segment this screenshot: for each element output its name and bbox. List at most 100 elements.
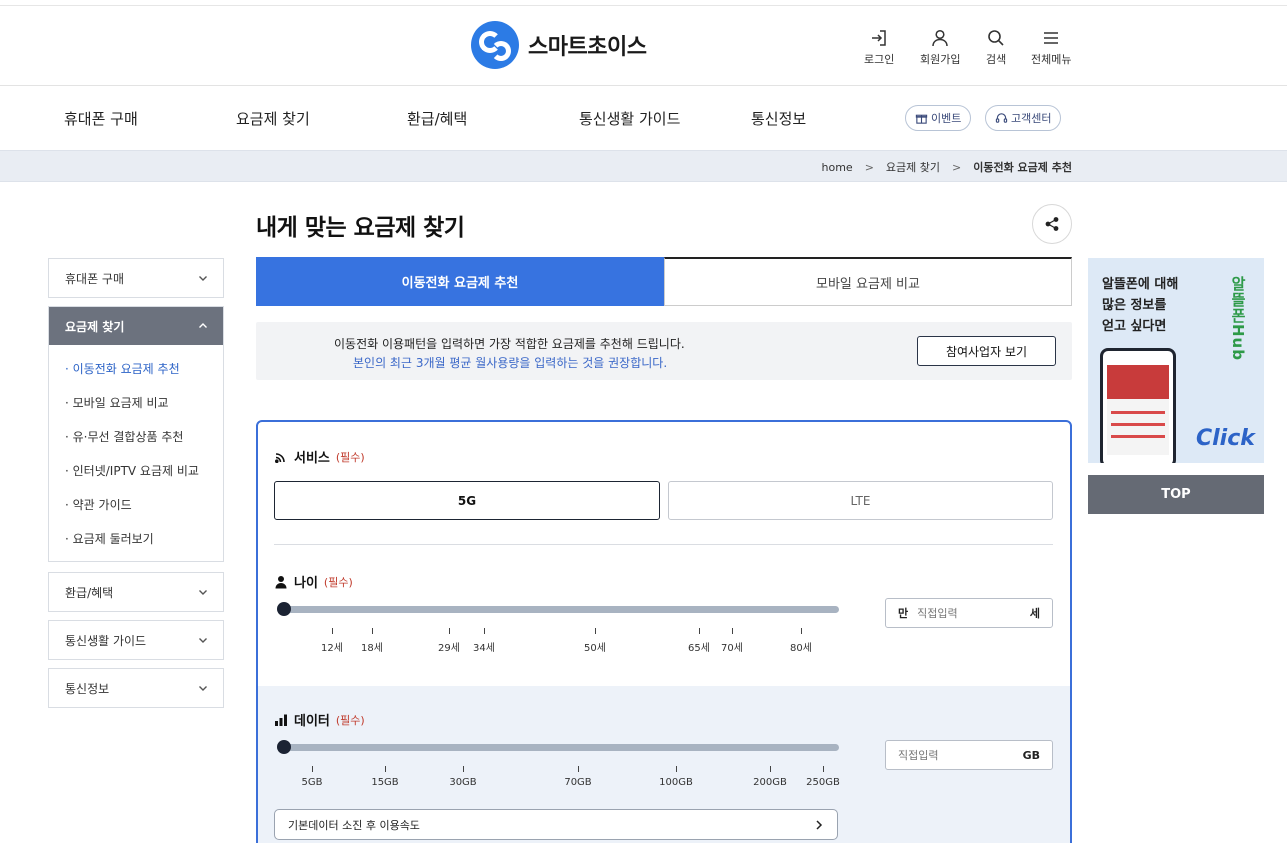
signup-label: 회원가입 bbox=[920, 53, 961, 66]
age-tick-mark bbox=[732, 628, 733, 634]
banner-click-text: Click bbox=[1196, 426, 1255, 451]
mvno-hub-banner[interactable]: 알뜰폰에 대해 많은 정보를 얻고 싶다면 알뜰폰Hub Click bbox=[1088, 258, 1264, 463]
service-label: 서비스 (필수) bbox=[274, 447, 365, 466]
plan-form: 서비스 (필수) 5G LTE 나이 (필수) 12세 18세 29세 34세 50세 6… bbox=[256, 420, 1072, 843]
view-participants-button[interactable]: 참여사업자 보기 bbox=[917, 336, 1056, 366]
data-tick-label: 250GB bbox=[806, 777, 840, 788]
top-divider bbox=[0, 5, 1287, 6]
gift-icon bbox=[915, 114, 928, 124]
logo-mark-icon bbox=[471, 21, 519, 69]
age-prefix: 만 bbox=[898, 607, 909, 620]
gnb-telecom-info[interactable]: 통신정보 bbox=[751, 108, 806, 129]
breadcrumb-current: 이동전화 요금제 추천 bbox=[973, 161, 1072, 174]
age-slider-track[interactable] bbox=[283, 606, 839, 613]
lnb-telecom-info[interactable]: 통신정보 bbox=[48, 668, 224, 708]
age-slider-thumb[interactable] bbox=[277, 602, 291, 616]
header-divider bbox=[0, 85, 1287, 86]
lnb-phone-purchase[interactable]: 휴대폰 구매 bbox=[48, 258, 224, 298]
post-limit-speed-select[interactable]: 기본데이터 소진 후 이용속도 bbox=[274, 809, 838, 840]
lnb-submenu: · 이동전화 요금제 추천 · 모바일 요금제 비교 · 유·무선 결합상품 추… bbox=[49, 345, 223, 561]
tab-mobile-plan-recommend[interactable]: 이동전화 요금제 추천 bbox=[256, 257, 664, 306]
data-slider-track[interactable] bbox=[283, 744, 839, 751]
gnb-telecom-guide[interactable]: 통신생활 가이드 bbox=[579, 108, 680, 129]
lnb-plan-finder[interactable]: 요금제 찾기 bbox=[49, 307, 223, 345]
data-tick-mark bbox=[823, 766, 824, 772]
tab-mobile-plan-compare[interactable]: 모바일 요금제 비교 bbox=[664, 257, 1072, 306]
lnb-sub-mobile-plan-recommend[interactable]: · 이동전화 요금제 추천 bbox=[65, 351, 223, 385]
menu-icon bbox=[1044, 32, 1059, 44]
age-unit: 세 bbox=[1029, 607, 1040, 620]
age-tick-mark bbox=[595, 628, 596, 634]
lnb-refund-benefit-label: 환급/혜택 bbox=[65, 585, 114, 600]
chevron-down-icon bbox=[199, 686, 207, 691]
data-tick-label: 200GB bbox=[753, 777, 787, 788]
site-logo[interactable]: 스마트초이스 bbox=[471, 21, 647, 69]
age-direct-input[interactable]: 만 직접입력 세 bbox=[885, 598, 1053, 628]
chevron-right-icon: > bbox=[952, 160, 962, 174]
scroll-top-button[interactable]: TOP bbox=[1088, 475, 1264, 514]
search-label: 검색 bbox=[986, 53, 1007, 66]
breadcrumb-home[interactable]: home bbox=[822, 161, 853, 174]
data-tick-label: 70GB bbox=[564, 777, 592, 788]
age-input-placeholder: 직접입력 bbox=[917, 607, 958, 620]
banner-text-line: 얻고 싶다면 bbox=[1102, 319, 1167, 334]
user-icon bbox=[932, 29, 948, 47]
age-tick-mark bbox=[332, 628, 333, 634]
share-icon bbox=[1045, 217, 1059, 231]
search-icon bbox=[988, 30, 1004, 46]
all-menu-link[interactable]: 전체메뉴 bbox=[1031, 28, 1071, 67]
lnb-plan-finder-group: 요금제 찾기 · 이동전화 요금제 추천 · 모바일 요금제 비교 · 유·무선… bbox=[48, 306, 224, 562]
lnb-telecom-guide[interactable]: 통신생활 가이드 bbox=[48, 620, 224, 660]
lnb-sub-terms-guide[interactable]: · 약관 가이드 bbox=[65, 487, 223, 521]
data-direct-input[interactable]: 직접입력 GB bbox=[885, 740, 1053, 770]
chevron-down-icon bbox=[199, 590, 207, 595]
lnb-sub-bundle-recommend[interactable]: · 유·무선 결합상품 추천 bbox=[65, 419, 223, 453]
age-tick-label: 50세 bbox=[584, 643, 606, 654]
age-tick-label: 18세 bbox=[361, 643, 383, 654]
gnb-phone-purchase[interactable]: 휴대폰 구매 bbox=[64, 108, 138, 129]
share-button[interactable] bbox=[1032, 204, 1072, 244]
gnb-plan-finder[interactable]: 요금제 찾기 bbox=[236, 108, 310, 129]
chevron-up-icon bbox=[199, 323, 207, 328]
search-link[interactable]: 검색 bbox=[986, 28, 1006, 67]
section-divider bbox=[274, 544, 1053, 545]
data-input-placeholder: 직접입력 bbox=[898, 749, 939, 762]
notice-recommend-text: 본인의 최근 3개월 평균 월사용량을 입력하는 것을 권장합니다. bbox=[353, 356, 668, 370]
all-menu-label: 전체메뉴 bbox=[1031, 53, 1072, 66]
data-label: 데이터 (필수) bbox=[274, 710, 365, 729]
bar-chart-icon bbox=[275, 714, 287, 726]
data-tick-mark bbox=[770, 766, 771, 772]
signup-link[interactable]: 회원가입 bbox=[920, 28, 960, 67]
age-tick-label: 80세 bbox=[790, 643, 812, 654]
breadcrumb-plan-finder[interactable]: 요금제 찾기 bbox=[886, 159, 940, 175]
age-tick-mark bbox=[699, 628, 700, 634]
chevron-down-icon bbox=[199, 276, 207, 281]
service-option-lte[interactable]: LTE bbox=[668, 481, 1053, 520]
age-tick-label: 12세 bbox=[321, 643, 343, 654]
breadcrumb-bar bbox=[0, 150, 1287, 182]
lnb-sub-internet-iptv-compare[interactable]: · 인터넷/IPTV 요금제 비교 bbox=[65, 453, 223, 487]
gnb-refund-benefit[interactable]: 환급/혜택 bbox=[407, 108, 467, 129]
customer-center-button[interactable]: 고객센터 bbox=[985, 105, 1062, 131]
banner-text: 알뜰폰에 대해 많은 정보를 얻고 싶다면 bbox=[1102, 274, 1178, 337]
data-slider-thumb[interactable] bbox=[277, 740, 291, 754]
age-tick-mark bbox=[372, 628, 373, 634]
event-button[interactable]: 이벤트 bbox=[905, 105, 972, 131]
notice-box: 이동전화 이용패턴을 입력하면 가장 적합한 요금제를 추천해 드립니다. 본인… bbox=[256, 322, 1072, 380]
data-unit: GB bbox=[1022, 748, 1040, 762]
age-tick-mark bbox=[449, 628, 450, 634]
data-tick-mark bbox=[385, 766, 386, 772]
service-option-5g[interactable]: 5G bbox=[274, 481, 660, 520]
lnb-refund-benefit[interactable]: 환급/혜택 bbox=[48, 572, 224, 612]
lnb-sub-plan-browse[interactable]: · 요금제 둘러보기 bbox=[65, 521, 223, 555]
phone-illustration bbox=[1100, 348, 1176, 463]
lnb-sub-mobile-plan-compare[interactable]: · 모바일 요금제 비교 bbox=[65, 385, 223, 419]
lnb-telecom-guide-label: 통신생활 가이드 bbox=[65, 633, 147, 648]
age-tick-label: 70세 bbox=[721, 643, 743, 654]
banner-text-line: 많은 정보를 bbox=[1102, 298, 1167, 313]
person-icon bbox=[275, 575, 287, 588]
login-link[interactable]: 로그인 bbox=[864, 28, 894, 67]
banner-text-line: 알뜰폰에 대해 bbox=[1102, 277, 1179, 292]
age-tick-mark bbox=[484, 628, 485, 634]
required-mark: (필수) bbox=[335, 450, 365, 464]
